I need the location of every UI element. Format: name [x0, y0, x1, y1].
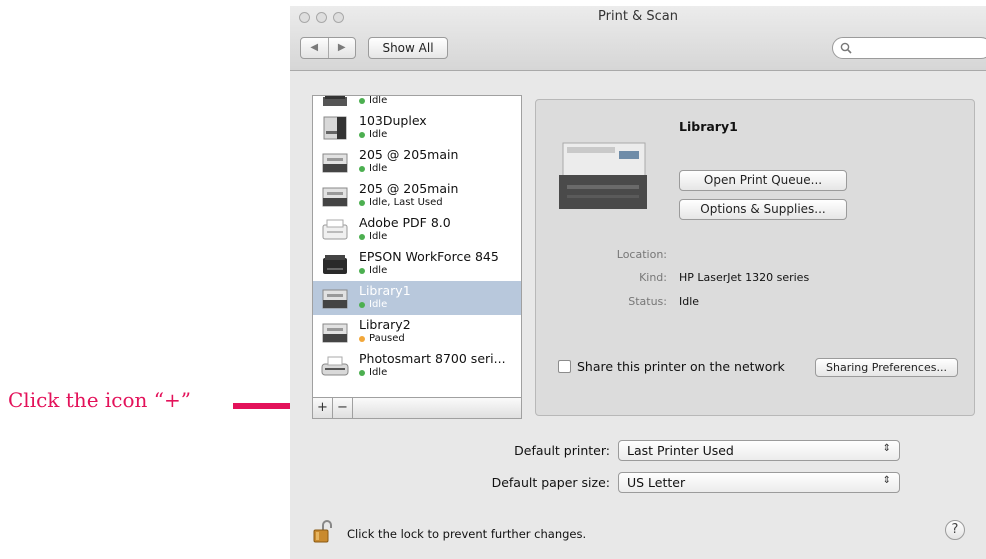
- show-all-button[interactable]: Show All: [368, 37, 448, 59]
- inkjet-printer-icon: [321, 356, 349, 376]
- printer-icon: [322, 153, 348, 173]
- share-printer-checkbox[interactable]: [558, 360, 571, 373]
- list-controls: + −: [312, 398, 522, 419]
- toolbar: Print & Scan ◀ ▶ Show All: [290, 6, 986, 71]
- printer-icon: [322, 187, 348, 207]
- printer-row-selected[interactable]: Library1 Idle: [313, 281, 521, 315]
- printer-name: Library2: [359, 317, 411, 332]
- window-title: Print & Scan: [598, 9, 678, 24]
- remove-printer-button[interactable]: −: [333, 398, 353, 418]
- add-printer-button[interactable]: +: [313, 398, 333, 418]
- status-indicator: [359, 200, 365, 206]
- instruction-annotation: Click the icon “+”: [8, 388, 191, 412]
- printer-name: Adobe PDF 8.0: [359, 215, 451, 230]
- printer-status: Idle: [369, 231, 388, 242]
- search-field[interactable]: [832, 37, 986, 59]
- printer-status: Idle: [369, 129, 388, 140]
- default-printer-value: Last Printer Used: [627, 443, 734, 458]
- printer-status: Idle: [369, 95, 388, 106]
- printer-row[interactable]: Photosmart 8700 seri... Idle: [313, 349, 521, 383]
- printer-image: [559, 142, 647, 209]
- status-indicator: [359, 336, 365, 342]
- print-scan-window: Print & Scan ◀ ▶ Show All Idle 103Duplex…: [290, 6, 986, 559]
- status-indicator: [359, 370, 365, 376]
- back-button[interactable]: ◀: [301, 38, 329, 58]
- printer-name: 205 @ 205main: [359, 147, 459, 162]
- printer-status: Idle: [369, 367, 388, 378]
- printer-icon: [322, 323, 348, 343]
- back-forward-control: ◀ ▶: [300, 37, 356, 59]
- kind-label: Kind:: [639, 271, 667, 284]
- printer-status: Idle, Last Used: [369, 197, 443, 208]
- default-paper-size-label: Default paper size:: [491, 475, 610, 490]
- lock-hint-text: Click the lock to prevent further change…: [347, 527, 587, 541]
- selected-printer-name: Library1: [679, 119, 738, 134]
- printer-status: Idle: [369, 163, 388, 174]
- default-paper-size-value: US Letter: [627, 475, 686, 490]
- status-label: Status:: [628, 295, 667, 308]
- printer-icon: [322, 289, 348, 309]
- printer-icon: [323, 116, 347, 140]
- printer-icon: [323, 96, 347, 106]
- share-printer-label: Share this printer on the network: [577, 359, 785, 374]
- updown-arrows-icon: ⇕: [882, 443, 891, 454]
- printer-row[interactable]: 205 @ 205main Idle: [313, 145, 521, 179]
- printer-name: 205 @ 205main: [359, 181, 459, 196]
- search-icon: [840, 42, 852, 54]
- printer-row[interactable]: Idle: [313, 95, 521, 111]
- default-paper-size-select[interactable]: US Letter ⇕: [618, 472, 900, 493]
- forward-button[interactable]: ▶: [329, 38, 356, 58]
- status-indicator: [359, 268, 365, 274]
- updown-arrows-icon: ⇕: [882, 475, 891, 486]
- printer-row[interactable]: Adobe PDF 8.0 Idle: [313, 213, 521, 247]
- status-indicator: [359, 132, 365, 138]
- status-indicator: [359, 302, 365, 308]
- sharing-preferences-button[interactable]: Sharing Preferences...: [815, 358, 958, 377]
- pdf-printer-icon: [322, 219, 348, 240]
- printer-name: Library1: [359, 283, 411, 298]
- status-indicator: [359, 98, 365, 104]
- printer-name: 103Duplex: [359, 113, 427, 128]
- default-printer-label: Default printer:: [514, 443, 610, 458]
- printer-name: EPSON WorkForce 845: [359, 249, 499, 264]
- printer-row[interactable]: 103Duplex Idle: [313, 111, 521, 145]
- open-print-queue-button[interactable]: Open Print Queue...: [679, 170, 847, 191]
- location-label: Location:: [616, 248, 667, 261]
- kind-value: HP LaserJet 1320 series: [679, 271, 810, 284]
- printer-status: Idle: [369, 265, 388, 276]
- printer-status: Idle: [369, 299, 388, 310]
- printer-row[interactable]: 205 @ 205main Idle, Last Used: [313, 179, 521, 213]
- options-supplies-button[interactable]: Options & Supplies...: [679, 199, 847, 220]
- printer-row[interactable]: Library2 Paused: [313, 315, 521, 349]
- printer-row[interactable]: EPSON WorkForce 845 Idle: [313, 247, 521, 281]
- printer-name: Photosmart 8700 seri...: [359, 351, 506, 366]
- printer-icon: [323, 255, 347, 274]
- printer-detail-panel: Library1 Open Print Queue... Options & S…: [535, 99, 975, 416]
- printer-status: Paused: [369, 333, 405, 344]
- status-indicator: [359, 234, 365, 240]
- lock-icon[interactable]: [312, 519, 334, 543]
- printer-list[interactable]: Idle 103Duplex Idle 205 @ 205main Idle 2…: [312, 95, 522, 398]
- status-value: Idle: [679, 295, 700, 308]
- status-indicator: [359, 166, 365, 172]
- help-button[interactable]: ?: [945, 520, 965, 540]
- default-printer-select[interactable]: Last Printer Used ⇕: [618, 440, 900, 461]
